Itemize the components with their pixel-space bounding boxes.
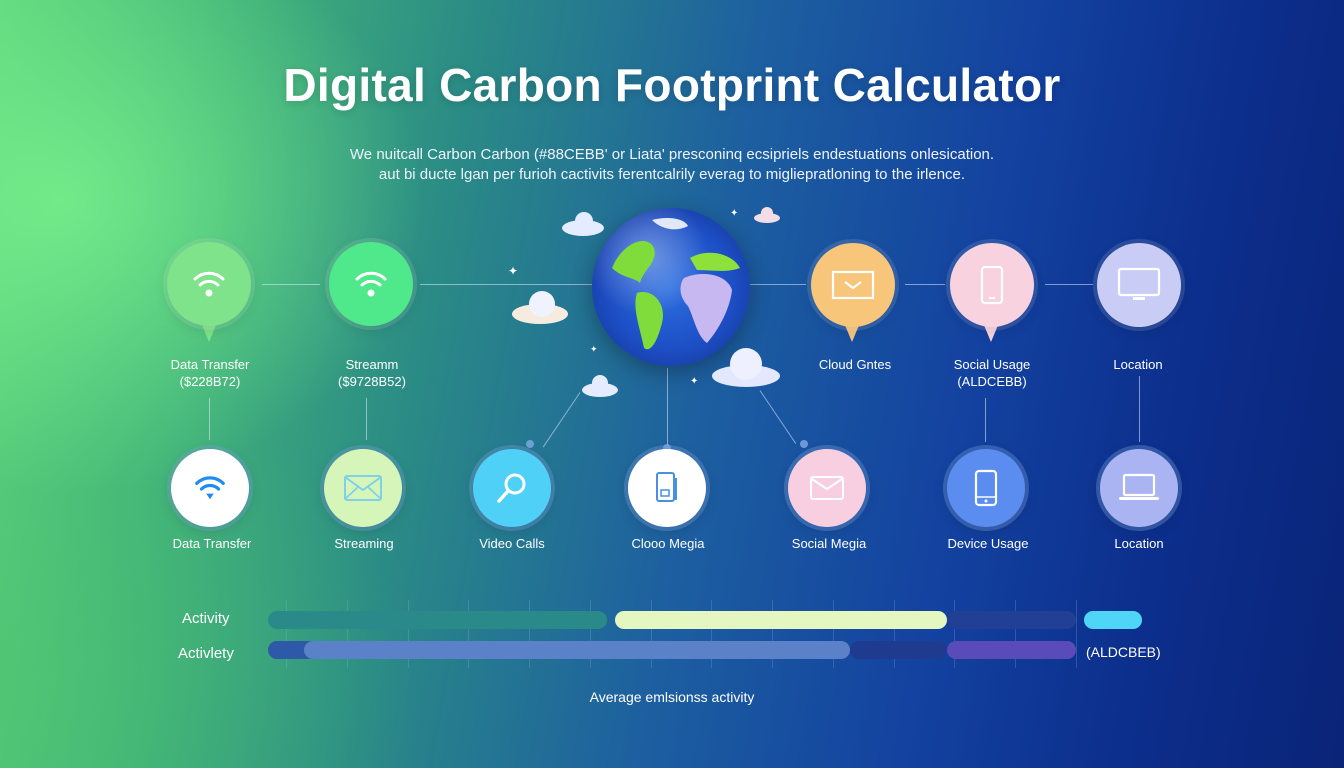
tablet-icon bbox=[656, 472, 677, 502]
node-label: Streaming bbox=[334, 536, 394, 551]
connector-line bbox=[209, 398, 210, 440]
chart-bar-segment bbox=[304, 641, 850, 659]
node-label: Cloud Gntes bbox=[818, 357, 892, 372]
chart-gridline bbox=[1076, 600, 1077, 668]
laptop-icon bbox=[1119, 473, 1159, 500]
cloud-icon bbox=[712, 348, 780, 387]
node-circle[interactable] bbox=[473, 449, 551, 527]
connector-line bbox=[1045, 284, 1093, 285]
node-label: Location bbox=[1114, 536, 1164, 551]
node-circle[interactable] bbox=[788, 449, 866, 527]
phone-icon bbox=[980, 265, 1004, 305]
node-label: Video Calls bbox=[479, 536, 545, 551]
chart-extra-bar bbox=[1084, 611, 1142, 629]
sparkle-icon: ✦ bbox=[508, 264, 519, 278]
chart-bar-segment bbox=[946, 611, 1076, 629]
node-value: ($9728B52) bbox=[338, 374, 406, 389]
node-value: (ALDCEBB) bbox=[957, 374, 1027, 389]
node-label: Streamm bbox=[345, 357, 399, 372]
connector-dot bbox=[526, 440, 534, 448]
node-label: Social Megia bbox=[791, 536, 867, 551]
node-value: ($228B72) bbox=[179, 374, 241, 389]
chart-row-label: Activity bbox=[182, 610, 230, 627]
sparkle-icon: ✦ bbox=[730, 208, 739, 219]
sparkle-icon: ✦ bbox=[690, 376, 699, 387]
chart-bar-segment bbox=[615, 611, 947, 629]
chart-x-axis-title: Average emlsionss activity bbox=[589, 689, 755, 705]
node-label: Location bbox=[1113, 357, 1163, 372]
node-label: Data Transfer bbox=[170, 357, 250, 372]
search-icon bbox=[497, 473, 526, 503]
monitor-icon bbox=[1117, 267, 1161, 300]
wifi-icon bbox=[355, 271, 387, 297]
connector-line bbox=[366, 398, 367, 440]
connector-line bbox=[667, 368, 668, 448]
chart-right-note: (ALDCBEB) bbox=[1086, 644, 1161, 660]
phone-icon bbox=[974, 469, 998, 507]
connector-line bbox=[542, 392, 581, 448]
chart-bar-segment bbox=[849, 641, 947, 659]
connector-line bbox=[1139, 376, 1140, 442]
connector-line bbox=[759, 390, 797, 444]
cloud-icon bbox=[754, 207, 780, 223]
node-label: Data Transfer bbox=[172, 536, 252, 551]
subtitle-line-1: We nuitcall Carbon Carbon (#88CEBB' or L… bbox=[349, 146, 995, 163]
pin-circle[interactable] bbox=[167, 242, 251, 326]
node-circle[interactable] bbox=[324, 449, 402, 527]
pin-circle[interactable] bbox=[950, 243, 1034, 327]
cloud-icon bbox=[582, 375, 618, 397]
mail-icon bbox=[810, 476, 844, 500]
wifi-icon bbox=[193, 271, 225, 297]
chart-bar-segment bbox=[946, 641, 1076, 659]
cloud-icon bbox=[562, 212, 604, 236]
node-label: Clooo Megia bbox=[631, 536, 705, 551]
node-circle[interactable] bbox=[628, 449, 706, 527]
node-label: Device Usage bbox=[947, 536, 1029, 551]
subtitle-line-2: aut bi ducte lgan per furioh cactivits f… bbox=[378, 166, 966, 183]
pin-circle[interactable] bbox=[1097, 243, 1181, 327]
connector-line bbox=[420, 284, 592, 285]
globe-icon bbox=[592, 208, 750, 366]
pin-circle[interactable] bbox=[329, 242, 413, 326]
chart-bar-segment bbox=[268, 611, 608, 629]
node-circle[interactable] bbox=[171, 449, 249, 527]
sparkle-icon: ✦ bbox=[590, 344, 598, 354]
page-title: Digital Carbon Footprint Calculator bbox=[283, 59, 1061, 111]
connector-dot bbox=[800, 440, 808, 448]
node-label: Social Usage bbox=[953, 357, 1031, 372]
chart-row-label: Activlety bbox=[178, 645, 234, 662]
connector-line bbox=[905, 284, 945, 285]
connector-line bbox=[985, 398, 986, 442]
mail-icon bbox=[831, 270, 875, 300]
node-circle[interactable] bbox=[1100, 449, 1178, 527]
pin-circle[interactable] bbox=[811, 243, 895, 327]
connector-line bbox=[750, 284, 806, 285]
node-circle[interactable] bbox=[947, 449, 1025, 527]
mail-icon bbox=[344, 475, 382, 501]
cloud-icon bbox=[512, 291, 568, 324]
wifi-icon bbox=[195, 476, 225, 500]
connector-line bbox=[262, 284, 320, 285]
